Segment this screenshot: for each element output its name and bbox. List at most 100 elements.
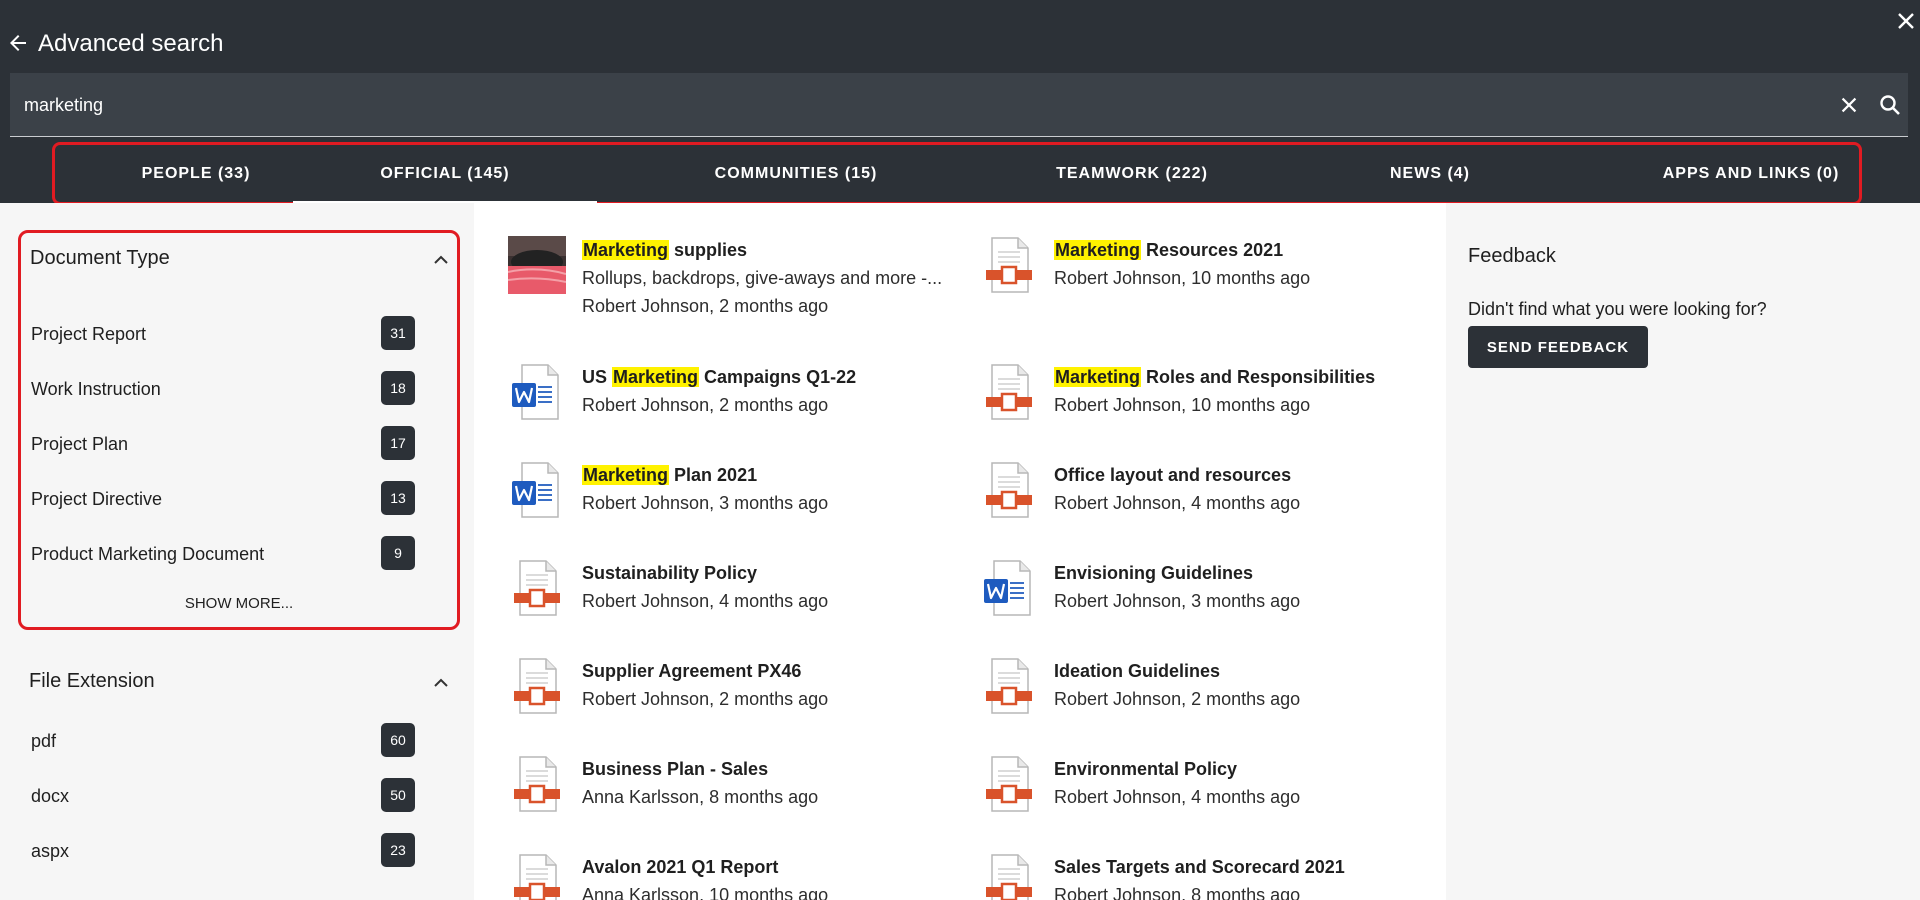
- result-meta: Robert Johnson, 3 months ago: [582, 493, 829, 513]
- filter-item[interactable]: aspx 23: [31, 831, 441, 871]
- result-meta: Anna Karlsson, 10 months ago: [582, 885, 829, 900]
- tab-communities[interactable]: COMMUNITIES (15): [671, 145, 921, 202]
- file-extension-filter: File Extension pdf 60 docx 50 aspx 23: [18, 670, 460, 900]
- result-item[interactable]: US Marketing Campaigns Q1-22 Robert John…: [474, 363, 934, 443]
- tab-official[interactable]: OFFICIAL (145): [293, 145, 597, 204]
- filter-item[interactable]: Project Directive 13: [31, 479, 441, 519]
- search-highlight: Marketing: [582, 465, 670, 485]
- search-input[interactable]: [24, 73, 1804, 137]
- result-item[interactable]: Marketing Roles and Responsibilities Rob…: [946, 363, 1406, 443]
- result-meta: Robert Johnson, 8 months ago: [1054, 885, 1301, 900]
- filter-item-label: Project Plan: [31, 434, 129, 454]
- send-feedback-button[interactable]: SEND FEEDBACK: [1468, 326, 1648, 368]
- result-title: Envisioning Guidelines: [1054, 563, 1254, 583]
- result-meta: Robert Johnson, 10 months ago: [1054, 395, 1311, 415]
- result-item[interactable]: Marketing supplies Rollups, backdrops, g…: [474, 236, 942, 316]
- image-thumbnail-icon: [508, 236, 566, 294]
- result-item[interactable]: Marketing Resources 2021 Robert Johnson,…: [946, 236, 1406, 316]
- result-meta: Anna Karlsson, 8 months ago: [582, 787, 819, 807]
- result-title-text: US: [582, 367, 613, 387]
- feedback-title: Feedback: [1468, 245, 1556, 267]
- pdf-document-icon: [514, 756, 560, 812]
- result-title-text: Campaigns Q1-22: [699, 367, 857, 387]
- tab-news[interactable]: NEWS (4): [1345, 145, 1515, 202]
- result-item[interactable]: Business Plan - Sales Anna Karlsson, 8 m…: [474, 755, 934, 835]
- filter-item-label: docx: [31, 786, 70, 806]
- result-item[interactable]: Marketing Plan 2021 Robert Johnson, 3 mo…: [474, 461, 934, 541]
- search-highlight: Marketing: [1054, 367, 1142, 387]
- result-meta: Robert Johnson, 4 months ago: [1054, 787, 1301, 807]
- filter-item[interactable]: Product Marketing Document 9: [31, 534, 441, 574]
- result-item[interactable]: Sales Targets and Scorecard 2021 Robert …: [946, 853, 1406, 900]
- search-bar: [10, 73, 1908, 137]
- filter-item-label: Project Report: [31, 324, 147, 344]
- document-type-filter: Document Type Project Report 31 Work Ins…: [18, 230, 460, 630]
- result-item[interactable]: Sustainability Policy Robert Johnson, 4 …: [474, 559, 934, 639]
- document-type-title: Document Type: [30, 247, 170, 269]
- result-title: Sustainability Policy: [582, 563, 758, 583]
- pdf-document-icon: [514, 854, 560, 900]
- pdf-document-icon: [986, 756, 1032, 812]
- pdf-document-icon: [514, 560, 560, 616]
- result-item[interactable]: Supplier Agreement PX46 Robert Johnson, …: [474, 657, 934, 737]
- word-document-icon: [984, 560, 1031, 616]
- result-meta: Robert Johnson, 2 months ago: [582, 395, 829, 415]
- pdf-document-icon: [986, 364, 1032, 420]
- filter-item[interactable]: Work Instruction 18: [31, 369, 441, 409]
- filter-item[interactable]: Project Report 31: [31, 314, 441, 354]
- count-badge: 13: [381, 481, 415, 515]
- result-title-text: Plan 2021: [669, 465, 758, 485]
- result-meta: Robert Johnson, 2 months ago: [582, 689, 829, 709]
- pdf-document-icon: [986, 854, 1032, 900]
- back-arrow-icon[interactable]: [6, 31, 30, 55]
- count-badge: 9: [381, 536, 415, 570]
- search-results: Marketing supplies Rollups, backdrops, g…: [474, 203, 1446, 900]
- result-title: Avalon 2021 Q1 Report: [582, 857, 779, 877]
- result-title: US Marketing Campaigns Q1-22: [582, 367, 856, 388]
- result-title: Supplier Agreement PX46: [582, 661, 802, 681]
- result-item[interactable]: Office layout and resources Robert Johns…: [946, 461, 1406, 541]
- file-extension-title: File Extension: [29, 670, 155, 692]
- result-meta: Robert Johnson, 3 months ago: [1054, 591, 1301, 611]
- search-highlight: Marketing: [612, 367, 700, 387]
- result-meta: Robert Johnson, 4 months ago: [1054, 493, 1301, 513]
- filter-item-label: Product Marketing Document: [31, 544, 265, 564]
- word-document-icon: [512, 364, 559, 420]
- word-document-icon: [512, 462, 559, 518]
- filter-item-label: pdf: [31, 731, 57, 751]
- result-title: Environmental Policy: [1054, 759, 1238, 779]
- count-badge: 60: [381, 723, 415, 757]
- search-icon[interactable]: [1878, 93, 1902, 117]
- filter-item-label: Project Directive: [31, 489, 163, 509]
- tab-teamwork[interactable]: TEAMWORK (222): [1017, 145, 1247, 202]
- result-title-text: Roles and Responsibilities: [1141, 367, 1376, 387]
- result-title: Marketing Roles and Responsibilities: [1054, 367, 1375, 388]
- result-item[interactable]: Ideation Guidelines Robert Johnson, 2 mo…: [946, 657, 1406, 737]
- chevron-up-icon[interactable]: [432, 251, 450, 269]
- pdf-document-icon: [986, 462, 1032, 518]
- result-item[interactable]: Environmental Policy Robert Johnson, 4 m…: [946, 755, 1406, 835]
- chevron-up-icon[interactable]: [432, 674, 450, 692]
- result-item[interactable]: Envisioning Guidelines Robert Johnson, 3…: [946, 559, 1406, 639]
- result-item[interactable]: Avalon 2021 Q1 Report Anna Karlsson, 10 …: [474, 853, 934, 900]
- tab-apps-and-links[interactable]: APPS AND LINKS (0): [1611, 145, 1891, 202]
- result-category-tabs: PEOPLE (33) OFFICIAL (145) COMMUNITIES (…: [52, 142, 1862, 205]
- clear-icon[interactable]: [1838, 94, 1860, 116]
- filter-item[interactable]: pdf 60: [31, 721, 441, 761]
- pdf-document-icon: [986, 658, 1032, 714]
- result-title: Office layout and resources: [1054, 465, 1292, 485]
- filter-item[interactable]: Project Plan 17: [31, 424, 441, 464]
- tab-people[interactable]: PEOPLE (33): [101, 145, 291, 202]
- show-more-link[interactable]: SHOW MORE...: [21, 595, 457, 612]
- count-badge: 31: [381, 316, 415, 350]
- result-snippet: Rollups, backdrops, give-aways and more …: [582, 268, 943, 288]
- filter-item-label: aspx: [31, 841, 70, 861]
- close-icon[interactable]: [1894, 9, 1918, 33]
- search-highlight: Marketing: [582, 240, 670, 260]
- count-badge: 50: [381, 778, 415, 812]
- result-title: Ideation Guidelines: [1054, 661, 1221, 681]
- result-meta: Robert Johnson, 2 months ago: [582, 296, 829, 316]
- result-title-text: supplies: [669, 240, 748, 260]
- result-title: Marketing supplies: [582, 240, 747, 261]
- filter-item[interactable]: docx 50: [31, 776, 441, 816]
